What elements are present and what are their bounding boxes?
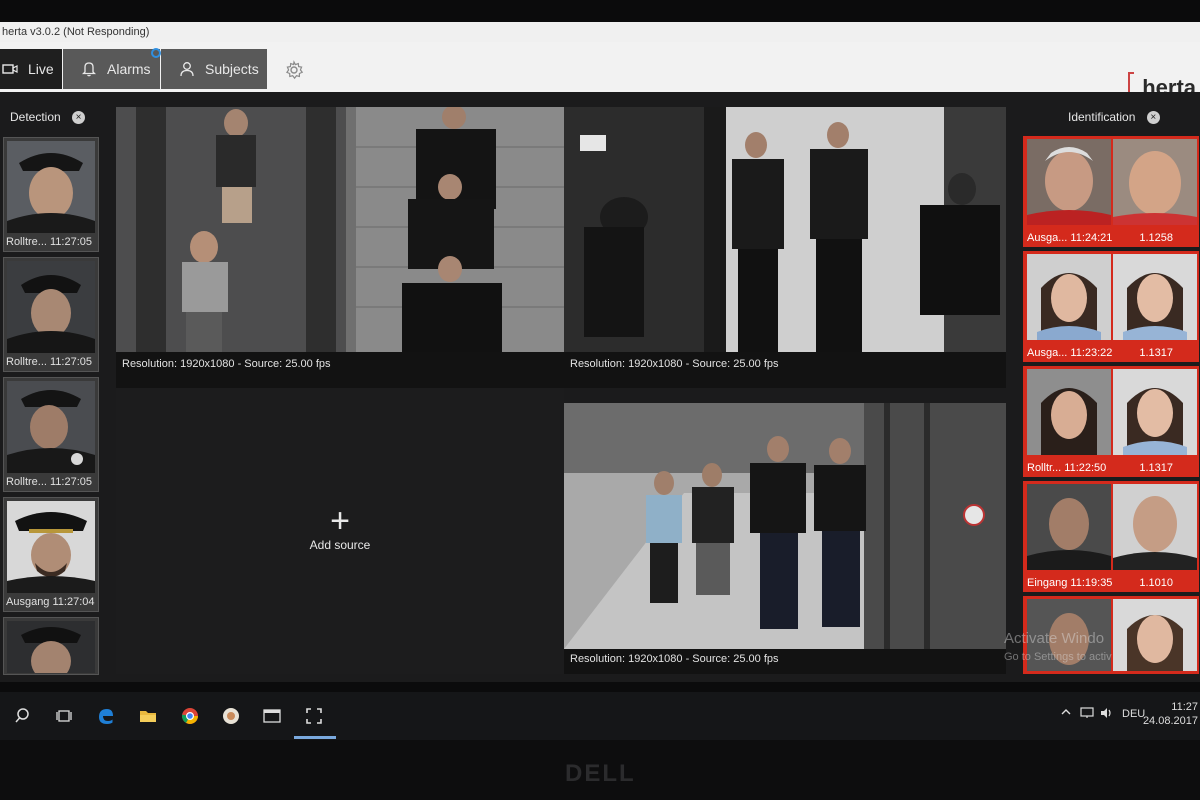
activation-watermark-title: Activate Windo	[1004, 630, 1105, 647]
person-icon	[179, 61, 195, 77]
identification-match[interactable]: Rolltr... 11:22:50 1.1317	[1023, 366, 1199, 477]
camera-pane-2[interactable]: Resolution: 1920x1080 - Source: 25.00 fp…	[564, 107, 1006, 388]
clock-date: 24.08.2017	[1142, 715, 1198, 727]
volume-icon[interactable]	[1100, 707, 1114, 722]
detection-item[interactable]	[3, 617, 99, 675]
window-app-icon[interactable]	[262, 706, 282, 726]
identification-match[interactable]: Ausga... 11:24:21 1.1258	[1023, 136, 1199, 247]
camera-feed-2	[564, 107, 1006, 352]
monitor-brand-logo: DELL	[565, 760, 636, 787]
tab-live[interactable]: Live	[0, 49, 62, 89]
camera-feed-3	[564, 403, 1006, 649]
tab-alarms[interactable]: Alarms	[63, 48, 161, 89]
tab-alarms-label: Alarms	[107, 61, 151, 77]
detected-face-thumbnail	[7, 501, 95, 593]
match-score: 1.1317	[1139, 347, 1173, 359]
detection-item-caption: Ausgang 11:27:04	[6, 596, 95, 608]
activation-watermark-subtitle: Go to Settings to activ	[1004, 651, 1112, 663]
close-icon[interactable]: ×	[72, 111, 86, 125]
match-location-time: Rolltr... 11:22:50	[1027, 462, 1107, 474]
match-score: 1.1258	[1139, 232, 1173, 244]
detection-item-caption: Rolltre... 11:27:05	[6, 476, 93, 488]
chevron-up-icon[interactable]	[1060, 707, 1072, 720]
detection-item[interactable]: Ausgang 11:27:04	[3, 497, 99, 612]
camera-pane-3[interactable]: Resolution: 1920x1080 - Source: 25.00 fp…	[564, 403, 1006, 674]
reference-face-thumbnail	[1113, 599, 1197, 671]
camera-pane-1[interactable]: Resolution: 1920x1080 - Source: 25.00 fp…	[116, 105, 564, 388]
alarm-notification-badge	[151, 48, 161, 58]
match-location-time: Eingang 11:19:35	[1027, 577, 1113, 589]
network-icon[interactable]	[1080, 707, 1094, 722]
detected-face-thumbnail	[1027, 484, 1111, 570]
detection-item-caption: Rolltre... 11:27:05	[6, 356, 93, 368]
match-score: 1.1317	[1139, 462, 1173, 474]
identification-header: Identification ×	[1068, 110, 1160, 125]
camera-caption-2: Resolution: 1920x1080 - Source: 25.00 fp…	[570, 358, 779, 370]
identification-match[interactable]: Eingang 11:19:35 1.1010	[1023, 481, 1199, 592]
plus-icon: +	[330, 502, 350, 540]
detection-item[interactable]: Rolltre... 11:27:05	[3, 137, 99, 252]
window-title: herta v3.0.2 (Not Responding)	[2, 26, 150, 38]
camera-feed-1	[116, 105, 564, 352]
chrome-icon[interactable]	[180, 706, 200, 726]
detection-item-caption: Rolltre... 11:27:05	[6, 236, 93, 248]
clock-time: 11:27	[1171, 701, 1198, 713]
active-app-indicator	[294, 736, 336, 739]
detection-item[interactable]: Rolltre... 11:27:05	[3, 377, 99, 492]
detected-face-thumbnail	[1027, 139, 1111, 225]
add-source-button[interactable]: + Add source	[300, 504, 380, 552]
camera-caption-1: Resolution: 1920x1080 - Source: 25.00 fp…	[122, 358, 331, 370]
detection-item[interactable]: Rolltre... 11:27:05	[3, 257, 99, 372]
system-clock[interactable]: 11:27 24.08.2017	[1143, 700, 1198, 728]
tab-subjects-label: Subjects	[205, 61, 259, 77]
reference-face-thumbnail	[1113, 369, 1197, 455]
input-language[interactable]: DEU	[1122, 708, 1145, 720]
detected-face-thumbnail	[7, 141, 95, 233]
gear-icon[interactable]	[284, 60, 304, 80]
tab-live-label: Live	[28, 61, 54, 77]
tab-subjects[interactable]: Subjects	[161, 49, 267, 89]
match-location-time: Ausga... 11:23:22	[1027, 347, 1113, 359]
detection-title: Detection	[10, 110, 61, 124]
reference-face-thumbnail	[1113, 484, 1197, 570]
bell-icon	[81, 61, 97, 77]
monitor-bezel: DELL	[0, 740, 1200, 800]
task-view-icon[interactable]	[54, 706, 74, 726]
detected-face-thumbnail	[7, 261, 95, 353]
match-location-time: Ausga... 11:24:21	[1027, 232, 1113, 244]
add-source-label: Add source	[309, 538, 371, 552]
match-score: 1.1010	[1139, 577, 1173, 589]
identification-match[interactable]: Ausga... 11:23:22 1.1317	[1023, 251, 1199, 362]
search-icon[interactable]	[14, 706, 34, 726]
close-icon[interactable]: ×	[1146, 111, 1160, 125]
herta-app-icon[interactable]	[304, 706, 324, 726]
camera-caption-3: Resolution: 1920x1080 - Source: 25.00 fp…	[570, 653, 779, 665]
reference-face-thumbnail	[1113, 139, 1197, 225]
main-workspace: Detection × Rolltre... 11:27:05 Rolltre.…	[0, 92, 1200, 682]
app-circle-icon[interactable]	[221, 706, 241, 726]
file-explorer-icon[interactable]	[138, 706, 158, 726]
detection-header: Detection ×	[0, 110, 100, 125]
identification-title: Identification	[1068, 110, 1136, 124]
detected-face-thumbnail	[1027, 369, 1111, 455]
camera-icon	[2, 61, 18, 77]
detected-face-thumbnail	[1027, 254, 1111, 340]
reference-face-thumbnail	[1113, 254, 1197, 340]
window-title-bar: herta v3.0.2 (Not Responding)	[0, 22, 1200, 42]
detected-face-thumbnail	[7, 621, 95, 673]
taskbar: DEU 11:27 24.08.2017	[0, 692, 1200, 740]
detected-face-thumbnail	[7, 381, 95, 473]
edge-browser-icon[interactable]	[96, 706, 116, 726]
